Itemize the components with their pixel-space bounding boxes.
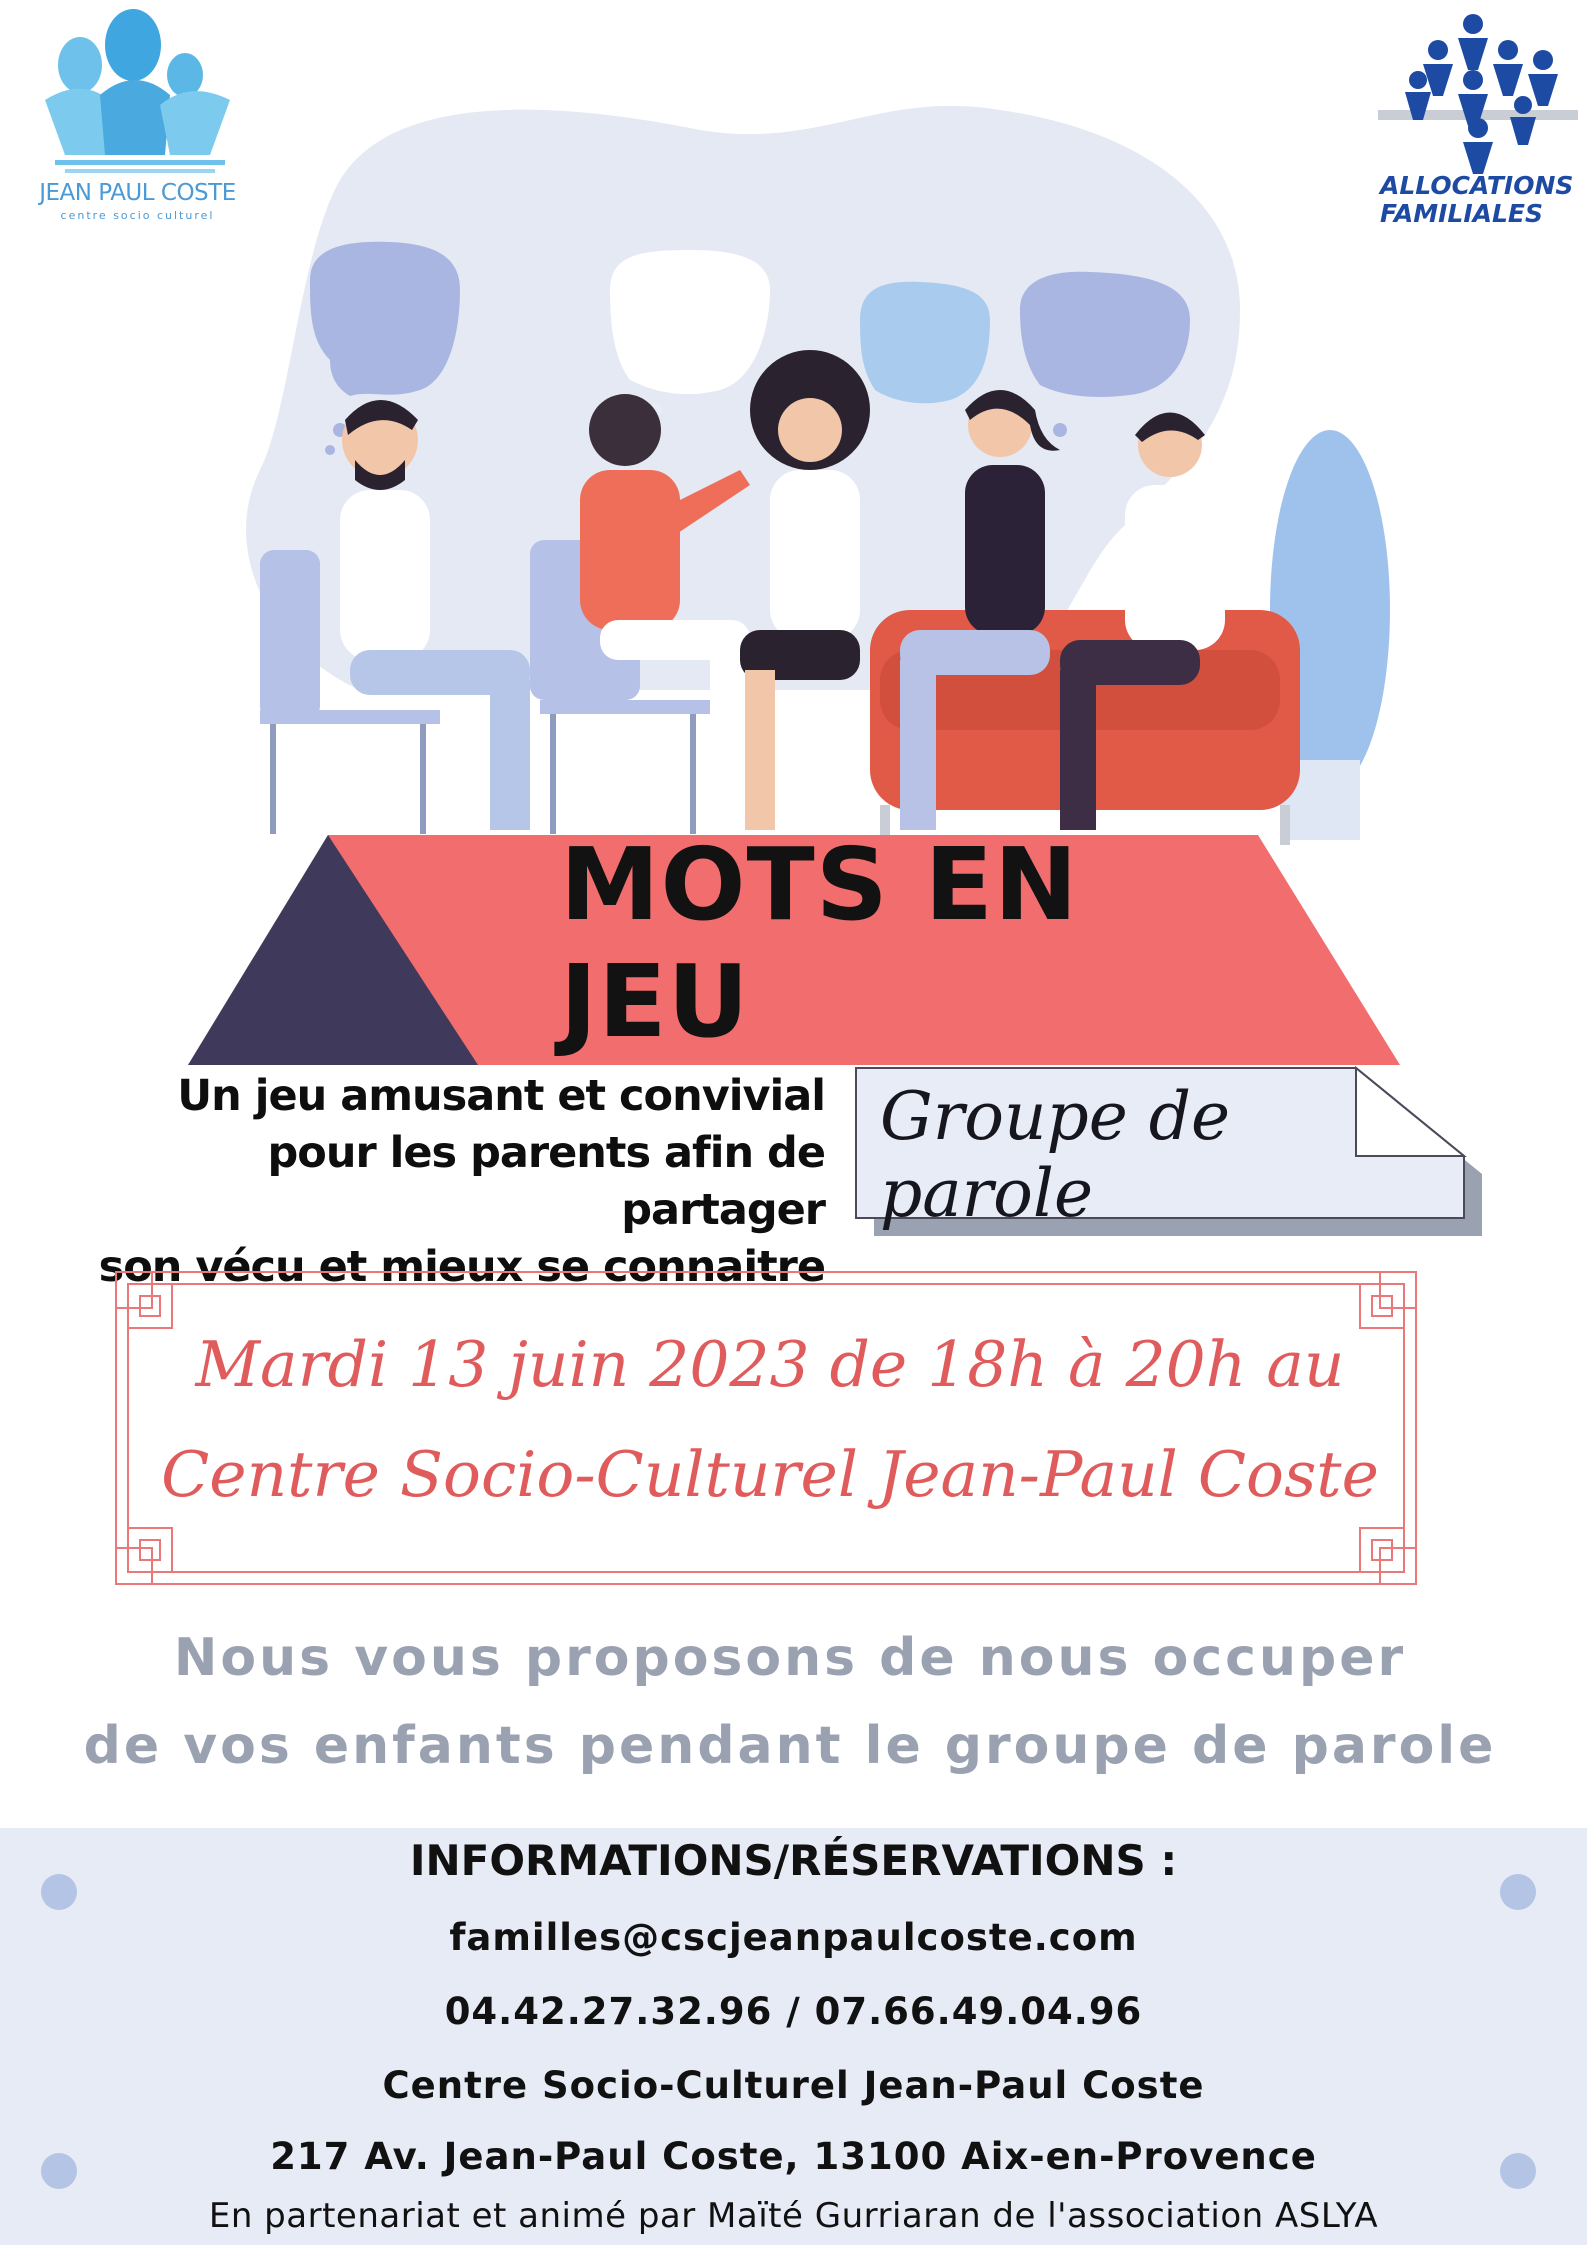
caf-logo-text: ALLOCATIONS FAMILIALES [1380, 172, 1587, 228]
childcare-line-2: de vos enfants pendant le groupe de paro… [83, 1716, 1497, 1776]
partnership-note: En partenariat et animé par Maïté Gurria… [208, 2196, 1379, 2236]
info-heading: INFORMATIONS/RÉSERVATIONS : [409, 1836, 1178, 1885]
childcare-line-1: Nous vous proposons de nous occuper [173, 1628, 1407, 1688]
groupe-de-parole-label: Groupe de parole [880, 1078, 1231, 1232]
group-discussion-illustration [246, 105, 1390, 845]
caf-logo [1378, 14, 1578, 174]
intro-line-1: Un jeu amusant et convivial [177, 1071, 826, 1121]
caf-line-1: ALLOCATIONS [1380, 171, 1574, 200]
intro-line-2: pour les parents afin de partager [267, 1128, 826, 1235]
contact-email[interactable]: familles@cscjeanpaulcoste.com [60, 1916, 1527, 1959]
event-intro: Un jeu amusant et convivial pour les par… [60, 1068, 826, 1296]
date-line-1: Mardi 13 juin 2023 de 18h à 20h au [195, 1328, 1345, 1401]
center-name: Centre Socio-Culturel Jean-Paul Coste [382, 2064, 1205, 2107]
contact-phone[interactable]: 04.42.27.32.96 / 07.66.49.04.96 [60, 1990, 1527, 2033]
caf-line-2: FAMILIALES [1380, 199, 1543, 228]
date-line-2: Centre Socio-Culturel Jean-Paul Coste [161, 1438, 1379, 1511]
center-address: 217 Av. Jean-Paul Coste, 13100 Aix-en-Pr… [270, 2135, 1317, 2178]
date-frame [115, 1271, 1417, 1585]
info-panel [0, 1828, 1587, 2245]
event-title: MOTS EN JEU [560, 826, 1079, 1060]
